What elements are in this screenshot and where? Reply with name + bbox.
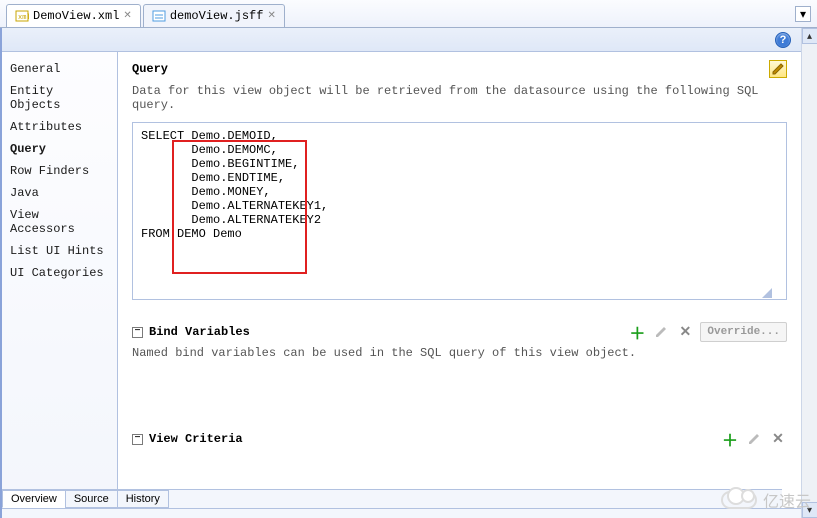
editor-bottom-tabs: Overview Source History bbox=[2, 489, 782, 508]
bind-variables-description: Named bind variables can be used in the … bbox=[132, 346, 787, 360]
close-icon[interactable]: ✕ bbox=[267, 10, 275, 22]
query-section-title: Query bbox=[132, 62, 168, 76]
chevron-down-icon: ▾ bbox=[800, 7, 806, 21]
sidebar-item-row-finders[interactable]: Row Finders bbox=[2, 160, 117, 182]
editor-tab-label: DemoView.xml bbox=[33, 9, 119, 23]
sidebar-item-query[interactable]: Query bbox=[2, 138, 117, 160]
sql-query-textarea[interactable]: SELECT Demo.DEMOID, Demo.DEMOMC, Demo.BE… bbox=[132, 122, 787, 300]
status-strip bbox=[2, 508, 801, 518]
sidebar-item-ui-categories[interactable]: UI Categories bbox=[2, 262, 117, 284]
bottom-tab-source[interactable]: Source bbox=[65, 490, 118, 508]
pencil-icon bbox=[654, 325, 668, 339]
vertical-scrollbar[interactable]: ▴ ▾ bbox=[801, 28, 817, 518]
query-description: Data for this view object will be retrie… bbox=[132, 84, 787, 112]
sidebar-item-entity-objects[interactable]: Entity Objects bbox=[2, 80, 117, 116]
scroll-up-button[interactable]: ▴ bbox=[802, 28, 817, 44]
query-panel: Query Data for this view object will be … bbox=[118, 52, 801, 508]
collapse-toggle[interactable]: − bbox=[132, 434, 143, 445]
svg-text:xml: xml bbox=[18, 14, 29, 22]
sidebar-item-java[interactable]: Java bbox=[2, 182, 117, 204]
collapse-toggle[interactable]: − bbox=[132, 327, 143, 338]
tab-list-dropdown[interactable]: ▾ bbox=[795, 6, 811, 22]
sidebar-item-general[interactable]: General bbox=[2, 58, 117, 80]
resize-handle-icon[interactable] bbox=[762, 288, 772, 298]
watermark: 亿速云 bbox=[721, 488, 811, 512]
editor-tab-demoview-xml[interactable]: xml DemoView.xml ✕ bbox=[6, 4, 141, 27]
view-criteria-header: − View Criteria ＋ ✕ bbox=[132, 430, 787, 448]
help-icon[interactable]: ? bbox=[775, 32, 791, 48]
watermark-text: 亿速云 bbox=[763, 488, 811, 512]
editor-tab-demoview-jsff[interactable]: demoView.jsff ✕ bbox=[143, 4, 285, 27]
overview-sidebar: General Entity Objects Attributes Query … bbox=[2, 52, 118, 508]
bottom-tab-overview[interactable]: Overview bbox=[2, 490, 66, 508]
bottom-tab-history[interactable]: History bbox=[117, 490, 169, 508]
view-criteria-title: View Criteria bbox=[149, 432, 243, 446]
close-icon[interactable]: ✕ bbox=[123, 10, 131, 22]
delete-bind-variable-button[interactable]: ✕ bbox=[676, 323, 694, 341]
editor-tabbar: xml DemoView.xml ✕ demoView.jsff ✕ ▾ bbox=[0, 0, 817, 28]
override-button[interactable]: Override... bbox=[700, 322, 787, 342]
cloud-icon bbox=[721, 491, 757, 509]
add-bind-variable-button[interactable]: ＋ bbox=[628, 323, 646, 341]
edit-view-criteria-button[interactable] bbox=[745, 430, 763, 448]
edit-bind-variable-button[interactable] bbox=[652, 323, 670, 341]
editor-tab-label: demoView.jsff bbox=[170, 9, 264, 23]
sidebar-item-view-accessors[interactable]: View Accessors bbox=[2, 204, 117, 240]
jsff-file-icon bbox=[152, 9, 166, 23]
bind-variables-title: Bind Variables bbox=[149, 325, 250, 339]
sidebar-item-list-ui-hints[interactable]: List UI Hints bbox=[2, 240, 117, 262]
xml-file-icon: xml bbox=[15, 9, 29, 23]
bind-variables-header: − Bind Variables ＋ ✕ Override... bbox=[132, 322, 787, 342]
sidebar-item-attributes[interactable]: Attributes bbox=[2, 116, 117, 138]
delete-view-criteria-button[interactable]: ✕ bbox=[769, 430, 787, 448]
editor-header-strip: ? bbox=[2, 28, 801, 52]
edit-query-button[interactable] bbox=[769, 60, 787, 78]
add-view-criteria-button[interactable]: ＋ bbox=[721, 430, 739, 448]
pencil-icon bbox=[772, 63, 784, 75]
pencil-icon bbox=[747, 432, 761, 446]
